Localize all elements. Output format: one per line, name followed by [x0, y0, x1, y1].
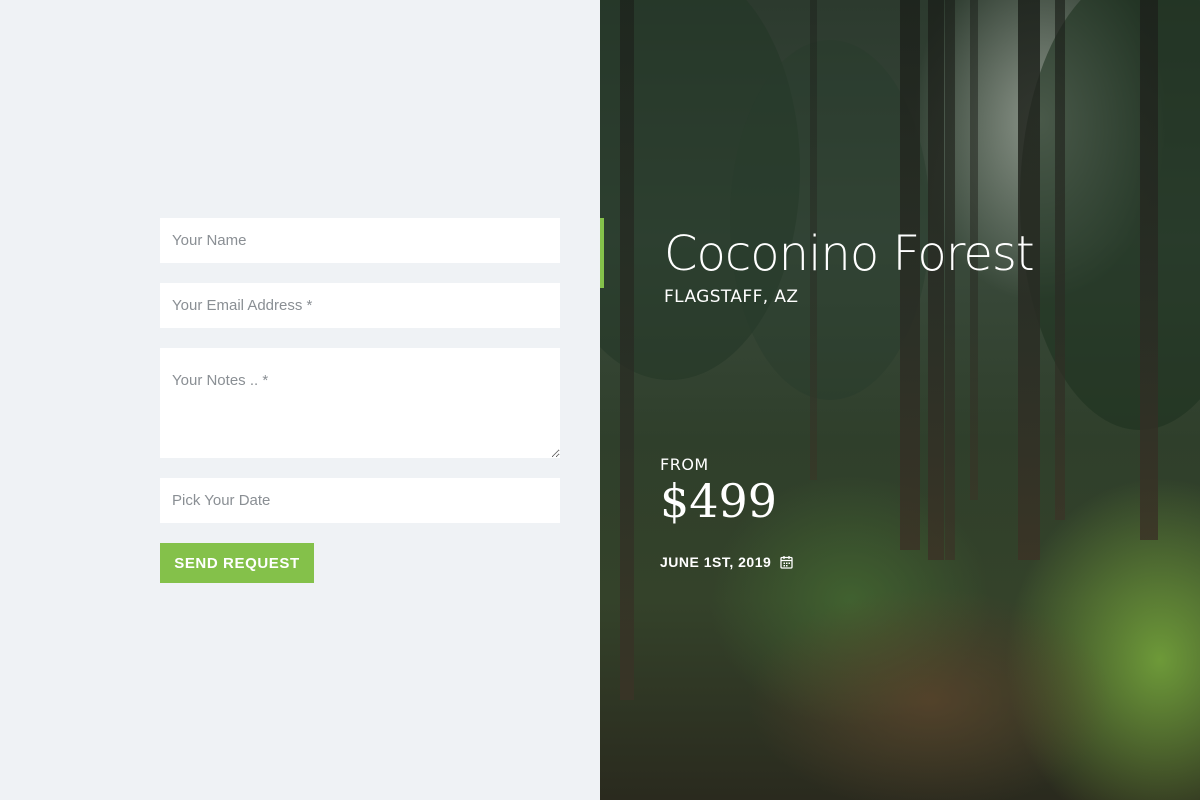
- trip-date: JUNE 1ST, 2019: [660, 554, 793, 570]
- price-prefix: FROM: [660, 455, 709, 474]
- destination-location: FLAGSTAFF, AZ: [664, 287, 799, 307]
- price-value: $499: [660, 474, 778, 528]
- email-input[interactable]: [160, 283, 560, 328]
- page: SEND REQUEST Coconino Forest FLAGSTAFF, …: [0, 0, 1200, 800]
- send-request-button[interactable]: SEND REQUEST: [160, 543, 314, 583]
- name-input[interactable]: [160, 218, 560, 263]
- accent-bar: [600, 218, 604, 288]
- destination-title: Coconino Forest: [664, 226, 1035, 282]
- notes-textarea[interactable]: [160, 348, 560, 458]
- booking-form-panel: SEND REQUEST: [0, 0, 600, 800]
- canopy-shape: [1020, 0, 1200, 430]
- tree-trunk: [1055, 0, 1065, 520]
- trip-date-text: JUNE 1ST, 2019: [660, 554, 772, 570]
- calendar-icon: [780, 555, 793, 569]
- date-input[interactable]: [160, 478, 560, 523]
- tree-trunk: [620, 0, 634, 700]
- tree-trunk: [1140, 0, 1158, 540]
- hero-image-panel: Coconino Forest FLAGSTAFF, AZ FROM $499 …: [600, 0, 1200, 800]
